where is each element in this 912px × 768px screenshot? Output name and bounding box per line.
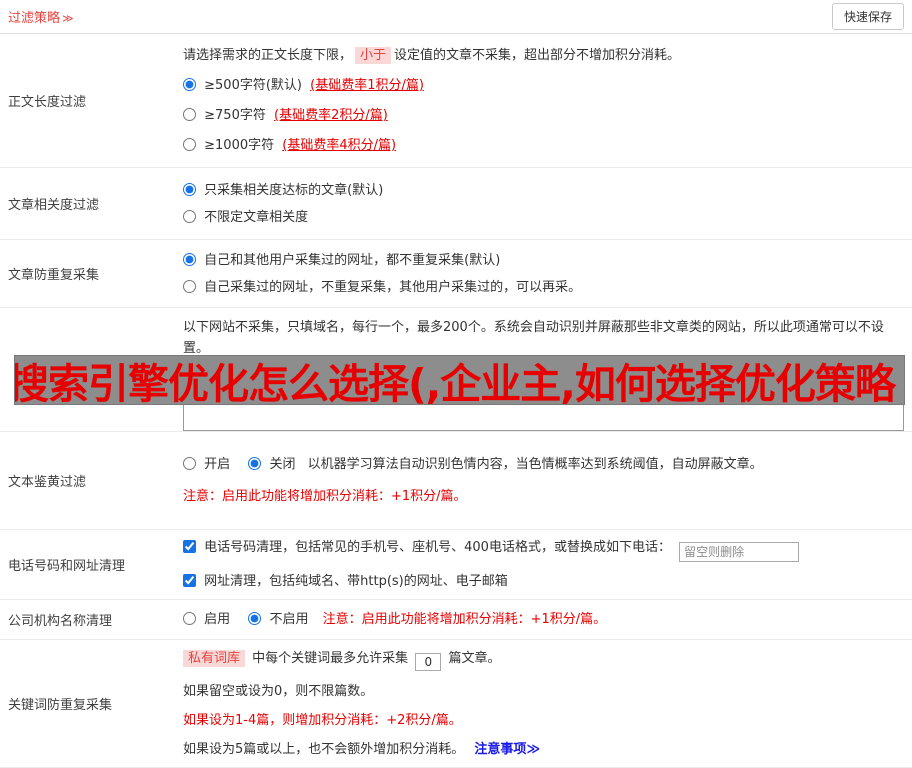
- radio-750-chars[interactable]: [183, 108, 196, 121]
- porn-filter-options: 开启 关闭 以机器学习算法自动识别色情内容，当色情概率达到系统阈值，自动屏蔽文章…: [183, 456, 904, 473]
- radio-option-enable[interactable]: 启用: [183, 612, 234, 627]
- row-relevance-filter: 文章相关度过滤 只采集相关度达标的文章(默认) 不限定文章相关度: [0, 168, 912, 240]
- radio-relevant-only[interactable]: [183, 182, 196, 196]
- row-anti-duplicate: 文章防重复采集 自己和其他用户采集过的网址，都不重复采集(默认) 自己采集过的网…: [0, 240, 912, 308]
- keyword-count-input[interactable]: [415, 652, 442, 671]
- rate-note: (基础费率4积分/篇): [282, 138, 397, 153]
- radio-option-500[interactable]: ≥500字符(默认) (基础费率1积分/篇): [183, 77, 904, 94]
- radio-dedupe-all-users[interactable]: [183, 252, 196, 266]
- radio-company-enable[interactable]: [183, 612, 196, 625]
- row-site-blacklist: 以下网站不采集，只填域名，每行一个，最多200个。系统会自动识别并屏蔽那些非文章…: [0, 308, 912, 432]
- rate-note: (基础费率1积分/篇): [310, 78, 424, 93]
- radio-no-limit[interactable]: [183, 209, 196, 223]
- checkbox-phone-cleanup[interactable]: 电话号码清理，包括常见的手机号、座机号、400电话格式，或替换成如下电话：: [183, 539, 904, 562]
- row-label: 文章防重复采集: [8, 268, 100, 283]
- chevron-down-icon: ≫: [526, 741, 541, 757]
- checkbox-url-cleanup[interactable]: 网址清理，包括纯域名、带http(s)的网址、电子邮箱: [183, 573, 904, 590]
- row-porn-filter: 文本鉴黄过滤 开启 关闭 以机器学习算法自动识别色情内容，当色情概率达到系统阈值…: [0, 432, 912, 530]
- blacklist-textarea[interactable]: [183, 361, 904, 431]
- quick-save-button[interactable]: 快速保存: [831, 3, 904, 30]
- row-label: 文本鉴黄过滤: [8, 475, 87, 490]
- url-cleanup-checkbox[interactable]: [183, 574, 196, 587]
- phone-cleanup-checkbox[interactable]: [183, 540, 196, 553]
- keyword-limit-line: 私有词库 中每个关键词最多允许采集 篇文章。: [183, 649, 904, 671]
- notes-link[interactable]: 注意事项≫: [474, 742, 540, 757]
- radio-option-1000[interactable]: ≥1000字符 (基础费率4积分/篇): [183, 137, 904, 154]
- row-body-length-filter: 正文长度过滤 请选择需求的正文长度下限， 小于 设定值的文章不采集，超出部分不增加积…: [0, 34, 912, 168]
- radio-option-relevant[interactable]: 只采集相关度达标的文章(默认): [183, 182, 904, 199]
- chevron-down-icon: ≫: [62, 12, 74, 25]
- less-than-highlight: 小于: [355, 47, 392, 64]
- radio-option-close[interactable]: 关闭: [248, 457, 299, 472]
- radio-option-dedupe-self[interactable]: 自己采集过的网址，不重复采集，其他用户采集过的，可以再采。: [183, 279, 904, 296]
- porn-filter-note: 注意：启用此功能将增加积分消耗：+1积分/篇。: [183, 489, 467, 504]
- row-phone-url-cleanup: 电话号码和网址清理 电话号码清理，包括常见的手机号、座机号、400电话格式，或替…: [0, 530, 912, 600]
- blacklist-description: 以下网站不采集，只填域名，每行一个，最多200个。系统会自动识别并屏蔽那些非文章…: [183, 320, 884, 356]
- radio-porn-on[interactable]: [183, 457, 196, 470]
- filter-strategy-title[interactable]: 过滤策略 ≫: [8, 7, 74, 26]
- keyword-note-five-plus: 如果设为5篇或以上，也不会额外增加积分消耗。 注意事项≫: [183, 741, 541, 757]
- row-label: 正文长度过滤: [8, 95, 87, 110]
- radio-dedupe-self-only[interactable]: [183, 279, 196, 293]
- radio-option-disable[interactable]: 不启用: [248, 612, 312, 627]
- row-label: 关键词防重复采集: [8, 698, 113, 713]
- keyword-note-cost: 如果设为1-4篇，则增加积分消耗：+2积分/篇。: [183, 712, 462, 728]
- row-label: [0, 308, 175, 431]
- row-keyword-anti-duplicate: 关键词防重复采集 私有词库 中每个关键词最多允许采集 篇文章。 如果留空或设为0…: [0, 640, 912, 768]
- company-cleanup-note: 注意：启用此功能将增加积分消耗：+1积分/篇。: [322, 612, 607, 627]
- radio-500-chars[interactable]: [183, 78, 196, 91]
- row-label: 电话号码和网址清理: [8, 559, 126, 574]
- replacement-phone-input[interactable]: [679, 542, 800, 562]
- row-label: 文章相关度过滤: [8, 198, 100, 213]
- radio-option-750[interactable]: ≥750字符 (基础费率2积分/篇): [183, 107, 904, 124]
- keyword-note-unlimited: 如果留空或设为0，则不限篇数。: [183, 683, 374, 699]
- radio-option-dedupe-all[interactable]: 自己和其他用户采集过的网址，都不重复采集(默认): [183, 252, 904, 269]
- radio-option-open[interactable]: 开启: [183, 457, 234, 472]
- company-cleanup-options: 启用 不启用 注意：启用此功能将增加积分消耗：+1积分/篇。: [183, 611, 904, 628]
- rate-note: (基础费率2积分/篇): [274, 108, 388, 123]
- body-length-intro: 请选择需求的正文长度下限， 小于 设定值的文章不采集，超出部分不增加积分消耗。: [183, 47, 681, 64]
- row-label: 公司机构名称清理: [8, 614, 113, 629]
- private-lexicon-highlight: 私有词库: [183, 649, 246, 667]
- radio-1000-chars[interactable]: [183, 138, 196, 151]
- radio-company-disable[interactable]: [248, 612, 262, 625]
- radio-option-any-relevance[interactable]: 不限定文章相关度: [183, 209, 904, 226]
- top-bar: 过滤策略 ≫ 快速保存: [0, 0, 912, 34]
- radio-porn-off[interactable]: [248, 457, 262, 470]
- porn-filter-description: 以机器学习算法自动识别色情内容，当色情概率达到系统阈值，自动屏蔽文章。: [307, 457, 763, 472]
- row-company-name-cleanup: 公司机构名称清理 启用 不启用 注意：启用此功能将增加积分消耗：+1积分/篇。: [0, 600, 912, 640]
- page-title: 过滤策略: [8, 11, 61, 26]
